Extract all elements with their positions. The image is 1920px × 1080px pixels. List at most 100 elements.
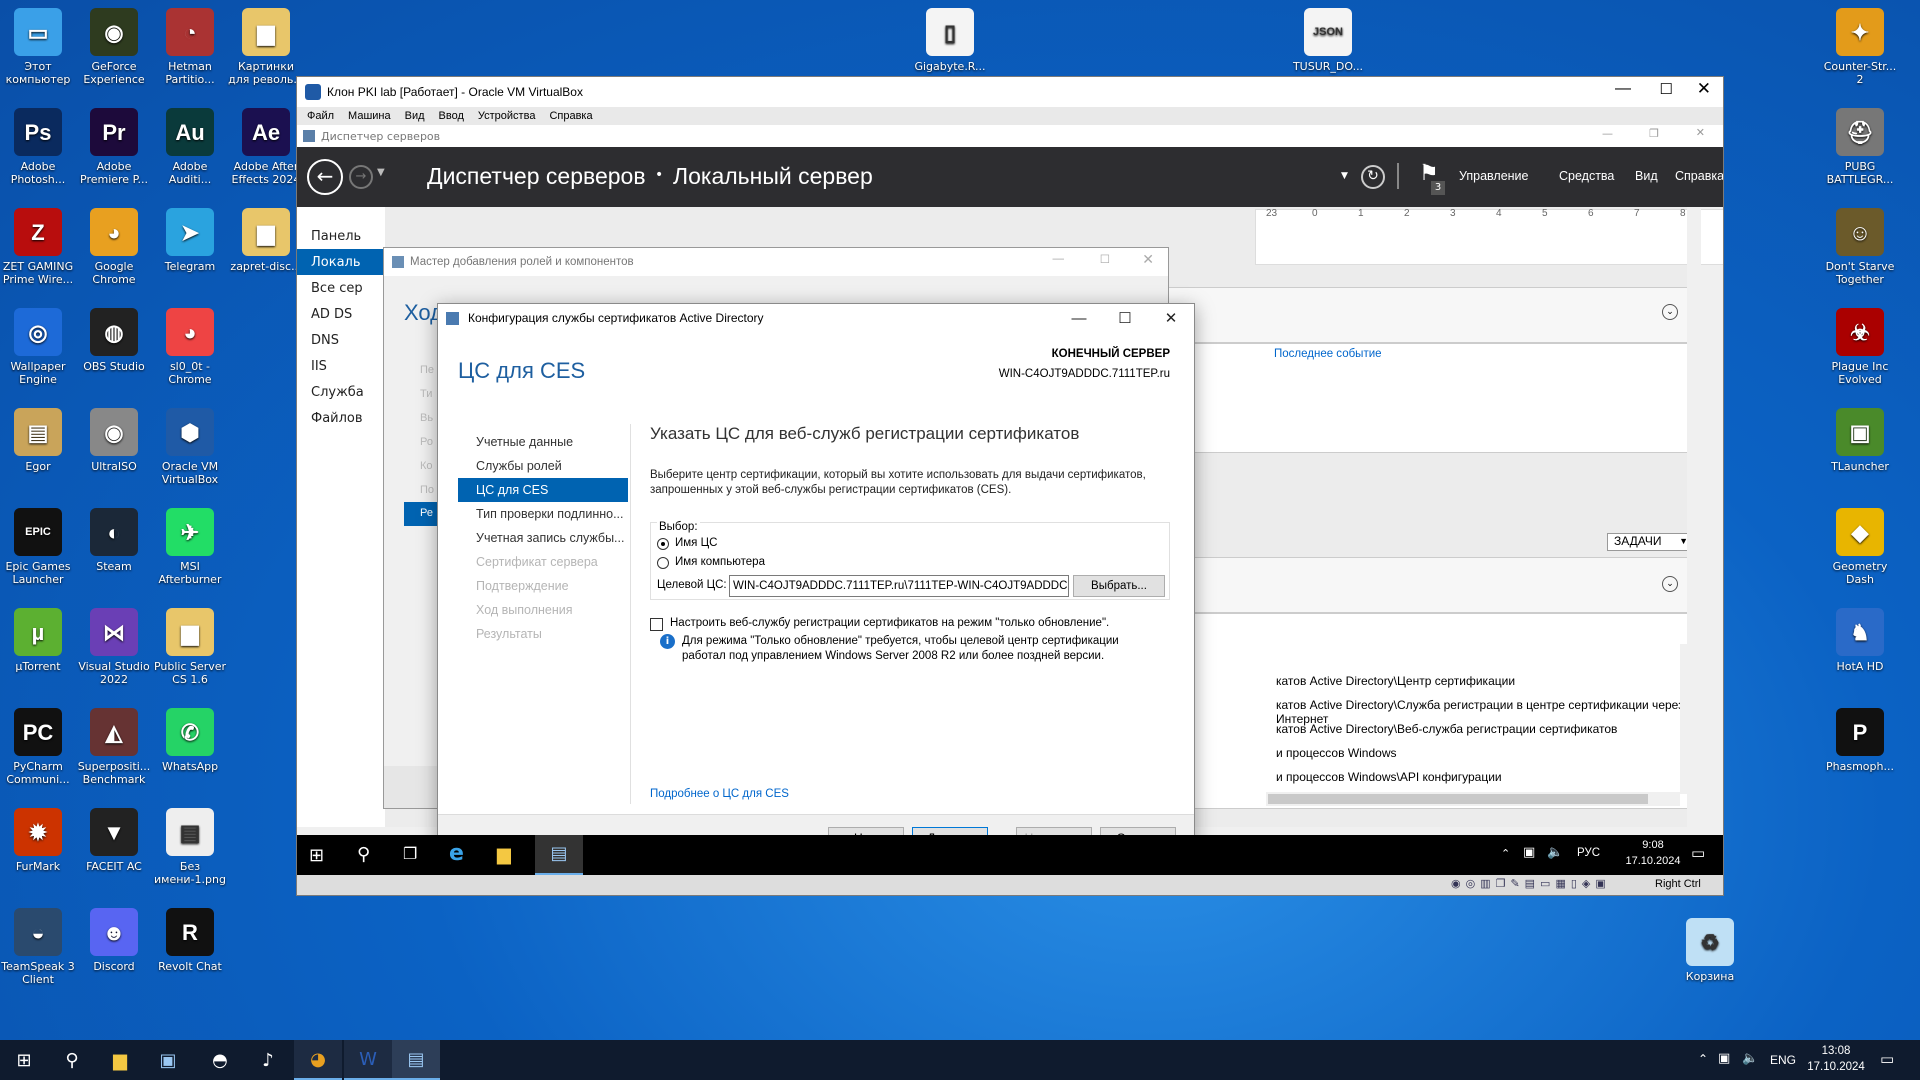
choose-ca-button[interactable]: Выбрать... xyxy=(1073,575,1165,597)
sidebar-item-dashboard[interactable]: Панель xyxy=(297,223,385,249)
menu-devices[interactable]: Устройства xyxy=(478,110,536,122)
desktop-shortcut[interactable]: ☣ Plague Inc Evolved xyxy=(1822,308,1898,386)
guest-search-icon[interactable]: ⚲ xyxy=(357,844,370,865)
music-note-icon[interactable]: ♪ xyxy=(244,1040,292,1080)
sidebar-item-iis[interactable]: IIS xyxy=(297,353,385,379)
statusbar-device-icons[interactable]: ◉◎▥❐✎▤▭▦▯◈▣ xyxy=(1451,877,1611,890)
desktop-shortcut[interactable]: R Revolt Chat xyxy=(152,908,228,973)
menu-file[interactable]: Файл xyxy=(307,110,334,122)
desktop-shortcut[interactable]: ✦ Counter-Str... 2 xyxy=(1822,8,1898,86)
desktop-shortcut[interactable]: ◒ TeamSpeak 3 Client xyxy=(0,908,76,986)
renewal-only-checkbox[interactable] xyxy=(650,618,663,631)
menu-machine[interactable]: Машина xyxy=(348,110,391,122)
host-lang[interactable]: ENG xyxy=(1770,1053,1796,1067)
start-icon[interactable]: ⊞ xyxy=(0,1040,48,1080)
desktop-shortcut[interactable]: ◭ Superpositi... Benchmark xyxy=(76,708,152,786)
expand-chevron-icon[interactable]: ⌄ xyxy=(1662,304,1678,320)
desktop-shortcut[interactable]: ➤ Telegram xyxy=(152,208,228,273)
sm-close-icon[interactable]: ✕ xyxy=(1696,126,1705,139)
menu-manage[interactable]: Управление xyxy=(1459,169,1529,183)
desktop-shortcut[interactable]: ▯ Gigabyte.R... xyxy=(912,8,988,73)
dialog-close-icon[interactable]: ✕ xyxy=(1148,304,1194,332)
guest-ie-icon[interactable]: e xyxy=(449,841,464,866)
sidebar-item-adds[interactable]: AD DS xyxy=(297,301,385,327)
desktop-shortcut[interactable]: ☻ Discord xyxy=(76,908,152,973)
guest-volume-icon[interactable]: 🔈 xyxy=(1547,845,1563,860)
tasks-dropdown[interactable]: ЗАДАЧИ ▼ xyxy=(1607,533,1693,551)
menu-help[interactable]: Справка xyxy=(549,110,592,122)
breadcrumb-root[interactable]: Диспетчер серверов xyxy=(427,163,646,190)
guest-network-icon[interactable]: ▣ xyxy=(1523,845,1535,860)
taskbar-word-icon[interactable]: W xyxy=(344,1040,392,1080)
wizard-step-3[interactable]: Тип проверки подлинно... xyxy=(458,502,628,526)
desktop-shortcut[interactable]: ▆ Картинки для револь... xyxy=(228,8,304,86)
wizard-maximize-icon[interactable]: ☐ xyxy=(1100,252,1110,266)
guest-taskview-icon[interactable]: ❐ xyxy=(403,844,417,863)
minimize-icon[interactable]: — xyxy=(1615,80,1631,98)
sidebar-item-local-server[interactable]: Локаль xyxy=(297,249,385,275)
taskbar-chrome-icon[interactable]: ◕ xyxy=(294,1040,342,1080)
target-ca-field[interactable]: WIN-C4OJT9ADDDC.7111TEP.ru\7111TEP-WIN-C… xyxy=(729,575,1069,597)
guest-notifications-icon[interactable]: ▭ xyxy=(1691,844,1705,862)
desktop-shortcut[interactable]: ▤ Без имени-1.png xyxy=(152,808,228,886)
desktop-shortcut[interactable]: ♻ Корзина xyxy=(1672,918,1748,983)
guest-tray-chevron-icon[interactable]: ⌃ xyxy=(1501,847,1510,860)
desktop-shortcut[interactable]: µ µTorrent xyxy=(0,608,76,673)
forward-arrow-icon[interactable]: → xyxy=(349,165,373,189)
sm-restore-icon[interactable]: ❐ xyxy=(1649,127,1659,140)
maximize-icon[interactable]: ☐ xyxy=(1660,80,1673,98)
menu-sm-view[interactable]: Вид xyxy=(1635,169,1658,183)
wizard-step-0[interactable]: Учетные данные xyxy=(458,430,628,454)
desktop-shortcut[interactable]: ◉ UltraISO xyxy=(76,408,152,473)
sidebar-item-all-servers[interactable]: Все сер xyxy=(297,275,385,301)
main-scrollbar[interactable] xyxy=(1687,207,1701,827)
desktop-shortcut[interactable]: ✆ WhatsApp xyxy=(152,708,228,773)
desktop-shortcut[interactable]: ⛑ PUBG BATTLEGR... xyxy=(1822,108,1898,186)
desktop-shortcut[interactable]: ◍ OBS Studio xyxy=(76,308,152,373)
desktop-shortcut[interactable]: ⋈ Visual Studio 2022 xyxy=(76,608,152,686)
refresh-dropdown-icon[interactable]: ▼ xyxy=(1341,171,1348,181)
guest-start-icon[interactable]: ⊞ xyxy=(309,845,324,866)
menu-tools[interactable]: Средства xyxy=(1559,169,1614,183)
search-icon[interactable]: ⚲ xyxy=(48,1040,96,1080)
desktop-shortcut[interactable]: ✹ FurMark xyxy=(0,808,76,873)
last-event-column[interactable]: Последнее событие xyxy=(1274,348,1382,360)
add-roles-titlebar[interactable]: Мастер добавления ролей и компонентов — … xyxy=(384,248,1168,276)
back-arrow-icon[interactable]: ← xyxy=(307,159,343,195)
list-item[interactable]: и процессов Windows xyxy=(1276,746,1397,760)
computer-management-icon[interactable]: ▣ xyxy=(144,1040,192,1080)
desktop-shortcut[interactable]: ♞ HotA HD xyxy=(1822,608,1898,673)
desktop-shortcut[interactable]: ▭ Этот компьютер xyxy=(0,8,76,86)
list-item[interactable]: катов Active Directory\Центр сертификаци… xyxy=(1276,674,1515,688)
sm-minimize-icon[interactable]: — xyxy=(1602,127,1613,140)
desktop-shortcut[interactable]: ◎ Wallpaper Engine xyxy=(0,308,76,386)
tray-chevron-icon[interactable]: ⌃ xyxy=(1698,1052,1708,1066)
desktop-shortcut[interactable]: ✈ MSI Afterburner xyxy=(152,508,228,586)
close-icon[interactable]: ✕ xyxy=(1697,79,1711,99)
list-item[interactable]: катов Active Directory\Веб-служба регист… xyxy=(1276,722,1617,736)
sidebar-item-files[interactable]: Файлов xyxy=(297,405,385,431)
radio-computer-name[interactable] xyxy=(657,557,669,569)
sidebar-item-dns[interactable]: DNS xyxy=(297,327,385,353)
wizard-step-2[interactable]: ЦС для CES xyxy=(458,478,628,502)
taskbar-virtualbox-icon[interactable]: ▤ xyxy=(392,1040,440,1080)
desktop-shortcut[interactable]: ⬢ Oracle VM VirtualBox xyxy=(152,408,228,486)
desktop-shortcut[interactable]: ◕ Google Chrome xyxy=(76,208,152,286)
guest-servermgr-task[interactable]: ▤ xyxy=(535,835,583,875)
desktop-shortcut[interactable]: ▣ TLauncher xyxy=(1822,408,1898,473)
menu-sm-help[interactable]: Справка xyxy=(1675,169,1723,183)
desktop-shortcut[interactable]: ◕ sl0_0t - Chrome xyxy=(152,308,228,386)
wizard-close-icon[interactable]: ✕ xyxy=(1142,251,1154,268)
menu-input[interactable]: Ввод xyxy=(439,110,464,122)
wizard-step-1[interactable]: Службы ролей xyxy=(458,454,628,478)
desktop-shortcut[interactable]: ◐ Steam xyxy=(76,508,152,573)
desktop-shortcut[interactable]: ◆ Geometry Dash xyxy=(1822,508,1898,586)
dialog-maximize-icon[interactable]: ☐ xyxy=(1102,304,1148,332)
desktop-shortcut[interactable]: ▆ zapret-disc... xyxy=(228,208,304,273)
gamepad-icon[interactable]: ◓ xyxy=(196,1040,244,1080)
radio-ca-name[interactable] xyxy=(657,538,669,550)
more-about-link[interactable]: Подробнее о ЦС для CES xyxy=(650,788,789,800)
guest-lang[interactable]: РУС xyxy=(1577,847,1600,859)
desktop-shortcut[interactable]: P Phasmoph... xyxy=(1822,708,1898,773)
wizard-step-4[interactable]: Учетная запись службы... xyxy=(458,526,628,550)
